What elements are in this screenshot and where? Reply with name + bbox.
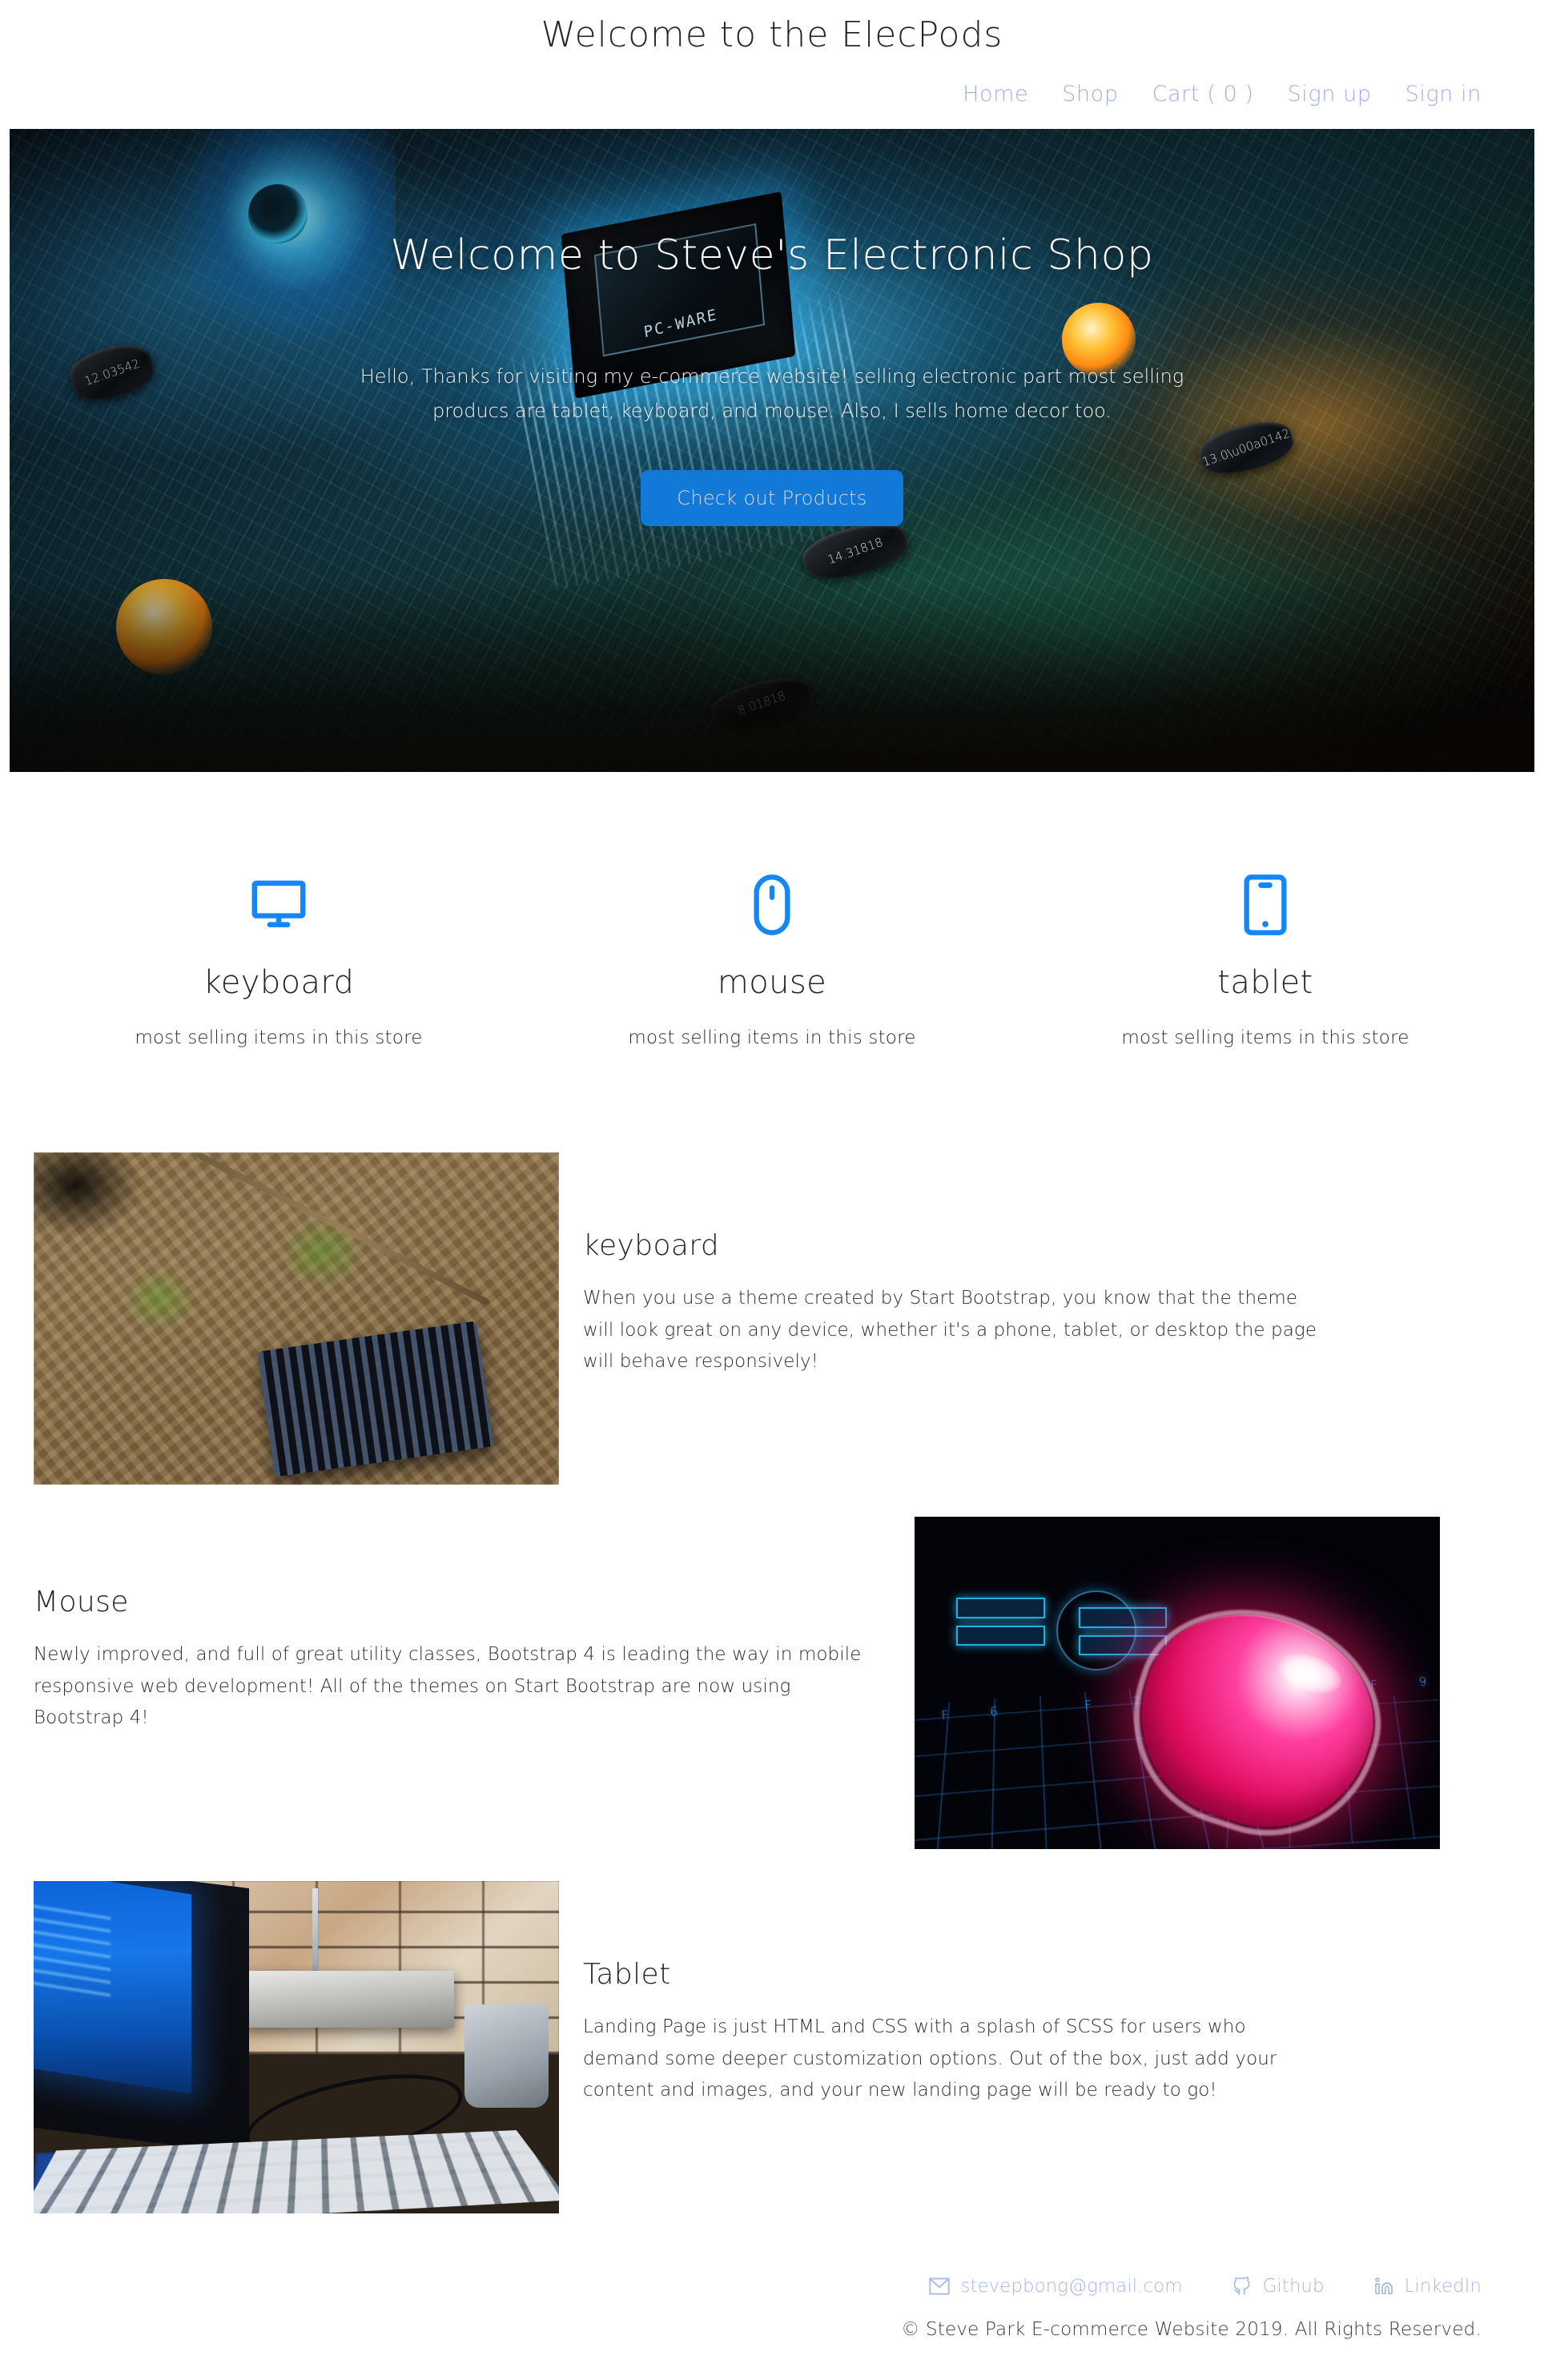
feature-card-keyboard: keyboard most selling items in this stor… [32,868,525,1048]
linkedin-icon [1374,2277,1393,2296]
feature-description: most selling items in this store [135,1027,423,1049]
mouse-icon [525,868,1019,942]
hero-subtitle: Hello, Thanks for visiting my e-commerce… [360,365,1184,423]
nav-item-signin[interactable]: Sign in [1405,82,1482,107]
feature-description: most selling items in this store [628,1027,916,1049]
nav-item-shop[interactable]: Shop [1062,82,1118,107]
footer-linkedin-link[interactable]: LinkedIn [1374,2276,1482,2297]
feature-title: tablet [1217,964,1313,1002]
feature-title: mouse [717,964,827,1002]
feature-card-tablet: tablet most selling items in this store [1019,868,1512,1048]
keyboard-section-image [34,1152,559,1485]
section-keyboard: keyboard When you use a theme created by… [0,1152,1544,1485]
nav-item-signup[interactable]: Sign up [1288,82,1372,107]
footer-github-link[interactable]: Github [1232,2276,1325,2297]
section-tablet: Tablet Landing Page is just HTML and CSS… [0,1881,1544,2214]
footer-link-list: stevepbong@gmail.com Github LinkedIn [0,2276,1482,2297]
check-out-products-button[interactable]: Check out Products [641,469,903,526]
feature-highlights: keyboard most selling items in this stor… [0,868,1544,1048]
feature-title: keyboard [203,964,355,1002]
tablet-icon [1019,868,1512,942]
tablet-section-image [34,1881,559,2214]
footer-email-label: stevepbong@gmail.com [960,2276,1183,2298]
footer-github-label: Github [1262,2276,1325,2298]
site-header: Welcome to the ElecPods Home Shop Cart (… [0,0,1544,107]
main-navigation: Home Shop Cart ( 0 ) Sign up Sign in [0,58,1544,107]
section-body: Landing Page is just HTML and CSS with a… [583,2016,1277,2101]
section-mouse: Mouse Newly improved, and full of great … [0,1517,1544,1850]
mouse-section-image: F6 F7 F8 F9 [915,1517,1440,1850]
section-body: Newly improved, and full of great utilit… [34,1644,862,1729]
hero-title: Welcome to Steve's Electronic Shop [390,231,1154,280]
section-title: Tablet [583,1958,671,1992]
copyright-text: © Steve Park E-commerce Website 2019. Al… [901,2319,1482,2341]
hero-banner: PC-WARE 12.03542 14.31818 13.0\u00a0142 … [10,129,1534,773]
github-icon [1232,2277,1252,2296]
footer-linkedin-label: LinkedIn [1404,2276,1482,2298]
page-title: Welcome to the ElecPods [541,14,1003,55]
feature-description: most selling items in this store [1121,1027,1409,1049]
nav-item-cart[interactable]: Cart ( 0 ) [1152,82,1254,107]
section-title: Mouse [34,1586,129,1619]
section-body: When you use a theme created by Start Bo… [583,1288,1317,1373]
footer-email-link[interactable]: stevepbong@gmail.com [928,2276,1183,2298]
feature-card-mouse: mouse most selling items in this store [525,868,1019,1048]
section-title: keyboard [583,1229,720,1263]
envelope-icon [928,2277,950,2295]
monitor-icon [32,868,525,942]
site-footer: stevepbong@gmail.com Github LinkedIn © S… [0,2276,1544,2340]
content-sections: keyboard When you use a theme created by… [0,1152,1544,2214]
nav-item-home[interactable]: Home [963,82,1028,107]
